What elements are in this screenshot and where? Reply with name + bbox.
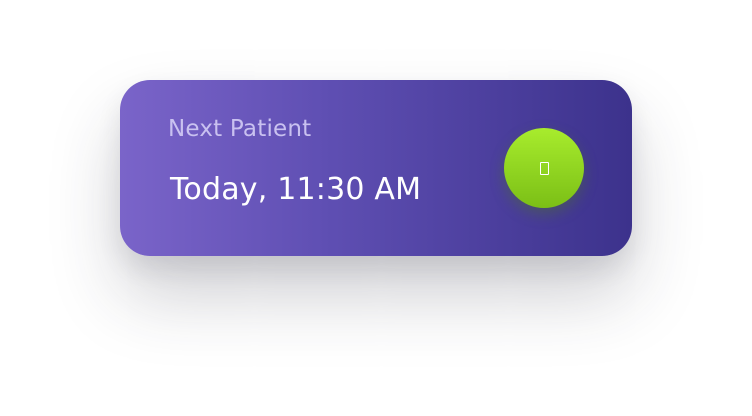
appointment-time: Today, 11:30 AM bbox=[170, 172, 422, 207]
call-button[interactable] bbox=[504, 128, 584, 208]
stage: Next Patient Today, 11:30 AM bbox=[0, 0, 752, 416]
next-patient-label: Next Patient bbox=[168, 116, 312, 142]
next-patient-card[interactable]: Next Patient Today, 11:30 AM bbox=[120, 80, 632, 256]
phone-icon bbox=[539, 161, 549, 175]
